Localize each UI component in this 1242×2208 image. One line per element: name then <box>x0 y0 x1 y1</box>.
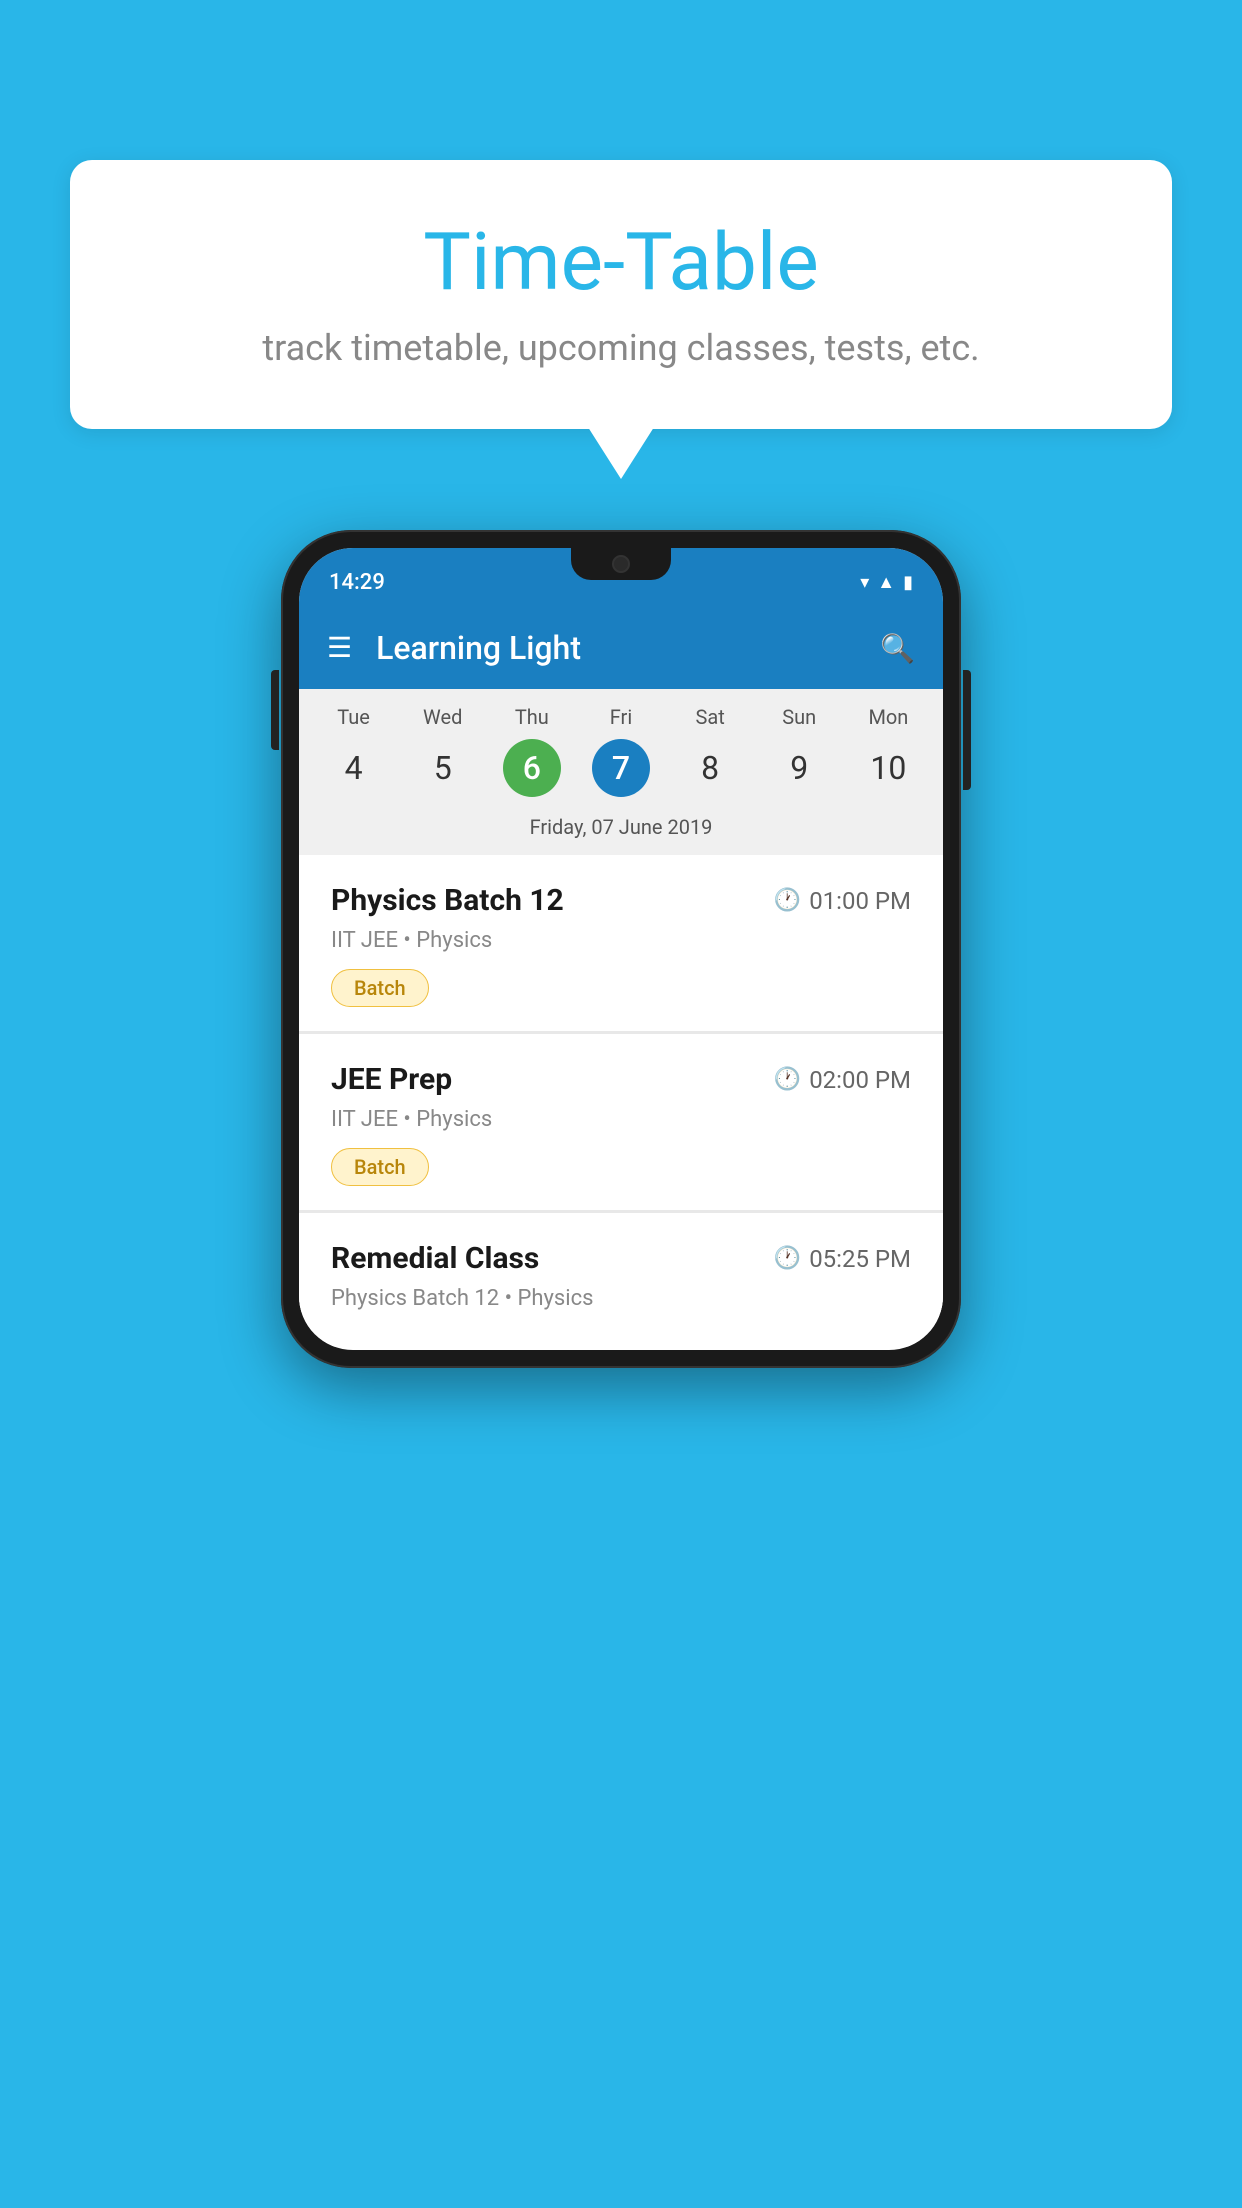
schedule-list: Physics Batch 12 🕐 01:00 PM IIT JEE • Physi… <box>299 855 943 1347</box>
item-title: JEE Prep <box>331 1062 452 1097</box>
day-num-7[interactable]: 7 <box>592 739 650 797</box>
item-header: Remedial Class 🕐 05:25 PM <box>331 1241 911 1276</box>
speech-bubble-container: Time-Table track timetable, upcoming cla… <box>70 160 1172 429</box>
clock-icon: 🕐 <box>774 1067 801 1092</box>
day-col-wed[interactable]: Wed 5 <box>403 705 483 797</box>
week-strip: Tue 4 Wed 5 Thu 6 Fri 7 Sat 8 Sun 9 Mon 10 Friday, 07… <box>299 689 943 855</box>
bubble-title: Time-Table <box>130 215 1112 309</box>
day-num-10[interactable]: 10 <box>859 739 917 797</box>
days-row: Tue 4 Wed 5 Thu 6 Fri 7 Sat 8 Sun 9 Mon 10 <box>299 705 943 797</box>
day-label-thu: Thu <box>515 705 549 729</box>
item-subtitle: Physics Batch 12 • Physics <box>331 1286 911 1311</box>
item-title: Remedial Class <box>331 1241 539 1276</box>
phone-mockup: 14:29 ▾ ▲ ▮ ☰ Learning Light 🔍 Tue4Wed5T… <box>281 530 961 1368</box>
speech-bubble: Time-Table track timetable, upcoming cla… <box>70 160 1172 429</box>
item-title: Physics Batch 12 <box>331 883 564 918</box>
schedule-item[interactable]: JEE Prep 🕐 02:00 PM IIT JEE • Physics Batch <box>299 1034 943 1210</box>
day-col-thu[interactable]: Thu 6 <box>492 705 572 797</box>
day-col-fri[interactable]: Fri 7 <box>581 705 661 797</box>
day-label-mon: Mon <box>868 705 908 729</box>
hamburger-icon[interactable]: ☰ <box>327 634 352 662</box>
phone-camera <box>612 555 630 573</box>
day-num-6[interactable]: 6 <box>503 739 561 797</box>
batch-badge: Batch <box>331 1148 429 1186</box>
item-time: 🕐 05:25 PM <box>774 1245 911 1273</box>
app-title: Learning Light <box>376 629 856 667</box>
selected-date-label: Friday, 07 June 2019 <box>299 805 943 855</box>
item-time-text: 02:00 PM <box>809 1066 911 1094</box>
day-num-5[interactable]: 5 <box>414 739 472 797</box>
signal-icon: ▲ <box>877 572 895 593</box>
day-col-mon[interactable]: Mon 10 <box>848 705 928 797</box>
day-label-sat: Sat <box>695 705 724 729</box>
app-bar: ☰ Learning Light 🔍 <box>299 607 943 689</box>
schedule-item[interactable]: Physics Batch 12 🕐 01:00 PM IIT JEE • Physi… <box>299 855 943 1031</box>
phone-screen: 14:29 ▾ ▲ ▮ ☰ Learning Light 🔍 Tue4Wed5T… <box>299 548 943 1350</box>
item-header: Physics Batch 12 🕐 01:00 PM <box>331 883 911 918</box>
day-num-4[interactable]: 4 <box>325 739 383 797</box>
clock-icon: 🕐 <box>774 888 801 913</box>
item-subtitle: IIT JEE • Physics <box>331 928 911 953</box>
battery-icon: ▮ <box>903 572 913 593</box>
clock-icon: 🕐 <box>774 1246 801 1271</box>
item-time-text: 05:25 PM <box>809 1245 911 1273</box>
day-num-8[interactable]: 8 <box>681 739 739 797</box>
item-header: JEE Prep 🕐 02:00 PM <box>331 1062 911 1097</box>
phone-outer: 14:29 ▾ ▲ ▮ ☰ Learning Light 🔍 Tue4Wed5T… <box>281 530 961 1368</box>
day-col-sat[interactable]: Sat 8 <box>670 705 750 797</box>
status-icons: ▾ ▲ ▮ <box>860 572 913 593</box>
item-time-text: 01:00 PM <box>809 887 911 915</box>
item-time: 🕐 02:00 PM <box>774 1066 911 1094</box>
day-label-tue: Tue <box>337 705 370 729</box>
day-label-sun: Sun <box>782 705 816 729</box>
wifi-icon: ▾ <box>860 572 869 593</box>
batch-badge: Batch <box>331 969 429 1007</box>
search-icon[interactable]: 🔍 <box>880 632 915 665</box>
schedule-item[interactable]: Remedial Class 🕐 05:25 PM Physics Batch 12 … <box>299 1213 943 1347</box>
day-num-9[interactable]: 9 <box>770 739 828 797</box>
bubble-subtitle: track timetable, upcoming classes, tests… <box>130 327 1112 369</box>
day-label-fri: Fri <box>610 705 632 729</box>
day-col-tue[interactable]: Tue 4 <box>314 705 394 797</box>
day-col-sun[interactable]: Sun 9 <box>759 705 839 797</box>
day-label-wed: Wed <box>423 705 462 729</box>
status-time: 14:29 <box>329 570 385 595</box>
item-subtitle: IIT JEE • Physics <box>331 1107 911 1132</box>
item-time: 🕐 01:00 PM <box>774 887 911 915</box>
phone-notch <box>571 548 671 580</box>
